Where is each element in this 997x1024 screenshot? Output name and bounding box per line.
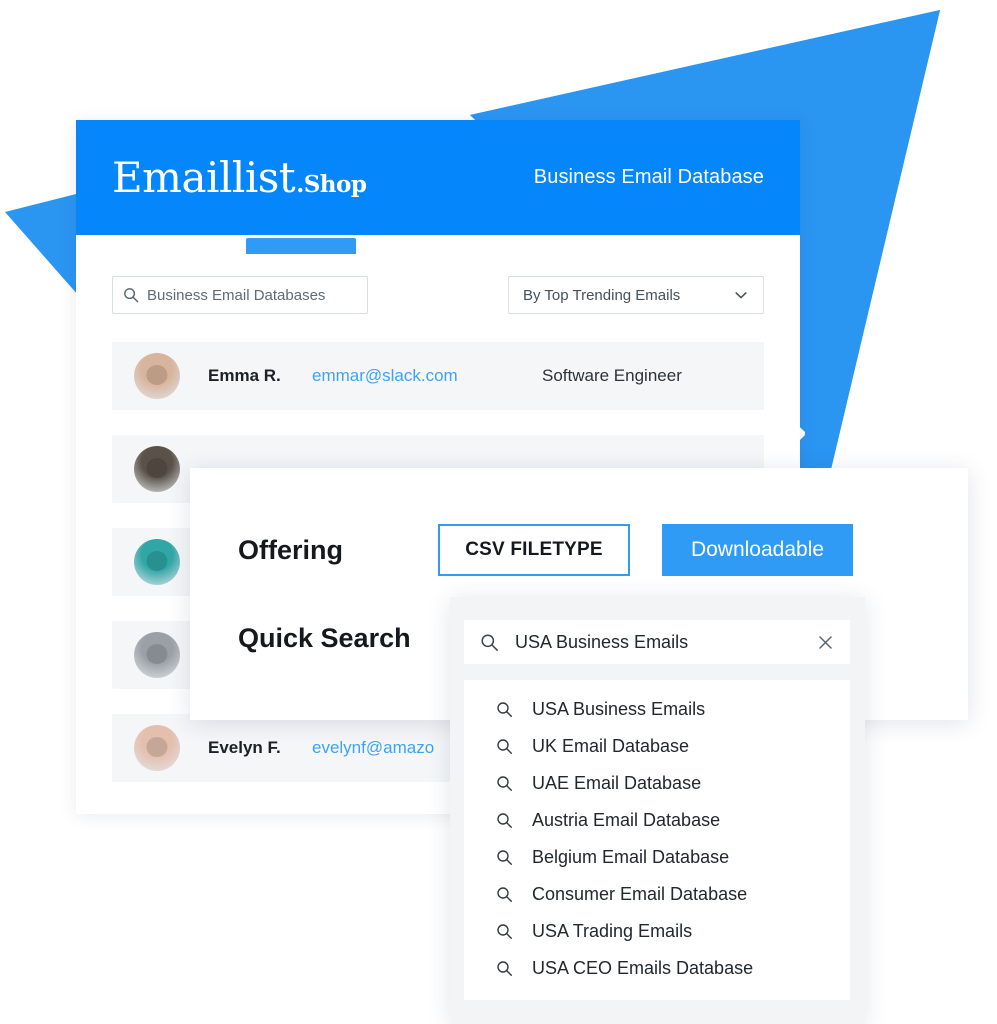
quick-search-row: Quick Search bbox=[238, 623, 411, 654]
offering-label: Offering bbox=[238, 534, 343, 565]
contact-row[interactable]: Emma R. emmar@slack.com Software Engineer bbox=[112, 342, 764, 410]
header-tagline: Business Email Database bbox=[533, 166, 764, 188]
suggestion-item[interactable]: USA CEO Emails Database bbox=[464, 950, 850, 987]
search-icon bbox=[497, 961, 513, 977]
downloadable-label: Downloadable bbox=[690, 538, 825, 561]
contact-role: Software Engineer bbox=[542, 366, 682, 385]
suggestion-item[interactable]: USA Trading Emails bbox=[464, 913, 850, 950]
screenshot-root: Emaillist .Shop Business Email Database B… bbox=[0, 0, 997, 1024]
suggestion-item[interactable]: Belgium Email Database bbox=[464, 839, 850, 876]
sort-dropdown-value: By Top Trending Emails bbox=[523, 286, 681, 304]
logo-wordmark: Emaillist bbox=[112, 153, 296, 202]
quick-search-label: Quick Search bbox=[238, 623, 411, 653]
contact-email[interactable]: emmar@slack.com bbox=[312, 366, 542, 386]
suggestion-label: USA Business Emails bbox=[532, 699, 706, 719]
csv-filetype-button[interactable]: CSV FILETYPE bbox=[438, 524, 630, 576]
avatar bbox=[134, 725, 180, 771]
search-icon bbox=[497, 850, 513, 866]
partially-hidden-blue-button[interactable] bbox=[246, 238, 356, 254]
search-icon bbox=[124, 288, 139, 303]
search-icon bbox=[497, 887, 513, 903]
contact-name: Emma R. bbox=[208, 366, 281, 385]
filters-row: Business Email Databases By Top Trending… bbox=[76, 235, 800, 314]
quick-search-input[interactable]: USA Business Emails bbox=[464, 620, 850, 664]
avatar bbox=[134, 353, 180, 399]
suggestion-label: Belgium Email Database bbox=[532, 847, 730, 867]
offering-row: Offering CSV FILETYPE Downloadable bbox=[238, 524, 853, 576]
suggestion-label: Consumer Email Database bbox=[532, 884, 748, 904]
suggestion-item[interactable]: UK Email Database bbox=[464, 728, 850, 765]
contact-name: Evelyn F. bbox=[208, 738, 281, 757]
chevron-down-icon bbox=[735, 292, 747, 299]
avatar bbox=[134, 632, 180, 678]
quick-search-panel: USA Business Emails USA Business Emails U… bbox=[450, 597, 865, 1024]
card-header: Emaillist .Shop Business Email Database bbox=[76, 120, 800, 235]
avatar bbox=[134, 446, 180, 492]
suggestion-label: USA Trading Emails bbox=[532, 921, 693, 941]
suggestion-item[interactable]: UAE Email Database bbox=[464, 765, 850, 802]
suggestion-item[interactable]: Austria Email Database bbox=[464, 802, 850, 839]
suggestion-label: USA CEO Emails Database bbox=[532, 958, 754, 978]
suggestion-label: UAE Email Database bbox=[532, 773, 702, 793]
search-icon bbox=[497, 739, 513, 755]
suggestion-item[interactable]: USA Business Emails bbox=[464, 691, 850, 728]
quick-search-input-value: USA Business Emails bbox=[515, 631, 689, 652]
downloadable-button[interactable]: Downloadable bbox=[662, 524, 853, 576]
brand-logo: Emaillist .Shop bbox=[112, 153, 367, 202]
suggestion-label: UK Email Database bbox=[532, 736, 690, 756]
close-icon[interactable] bbox=[817, 634, 834, 651]
sort-dropdown[interactable]: By Top Trending Emails bbox=[508, 276, 764, 314]
search-icon bbox=[497, 813, 513, 829]
search-input-value: Business Email Databases bbox=[147, 286, 326, 304]
suggestion-label: Austria Email Database bbox=[532, 810, 721, 830]
avatar bbox=[134, 539, 180, 585]
search-icon bbox=[497, 702, 513, 718]
search-icon bbox=[497, 924, 513, 940]
suggestion-list: USA Business Emails UK Email Database UAE … bbox=[464, 680, 850, 1000]
search-icon bbox=[481, 633, 498, 651]
csv-filetype-label: CSV FILETYPE bbox=[465, 539, 603, 560]
suggestion-item[interactable]: Consumer Email Database bbox=[464, 876, 850, 913]
logo-suffix: .Shop bbox=[296, 171, 367, 198]
search-icon bbox=[497, 776, 513, 792]
search-input[interactable]: Business Email Databases bbox=[112, 276, 368, 314]
